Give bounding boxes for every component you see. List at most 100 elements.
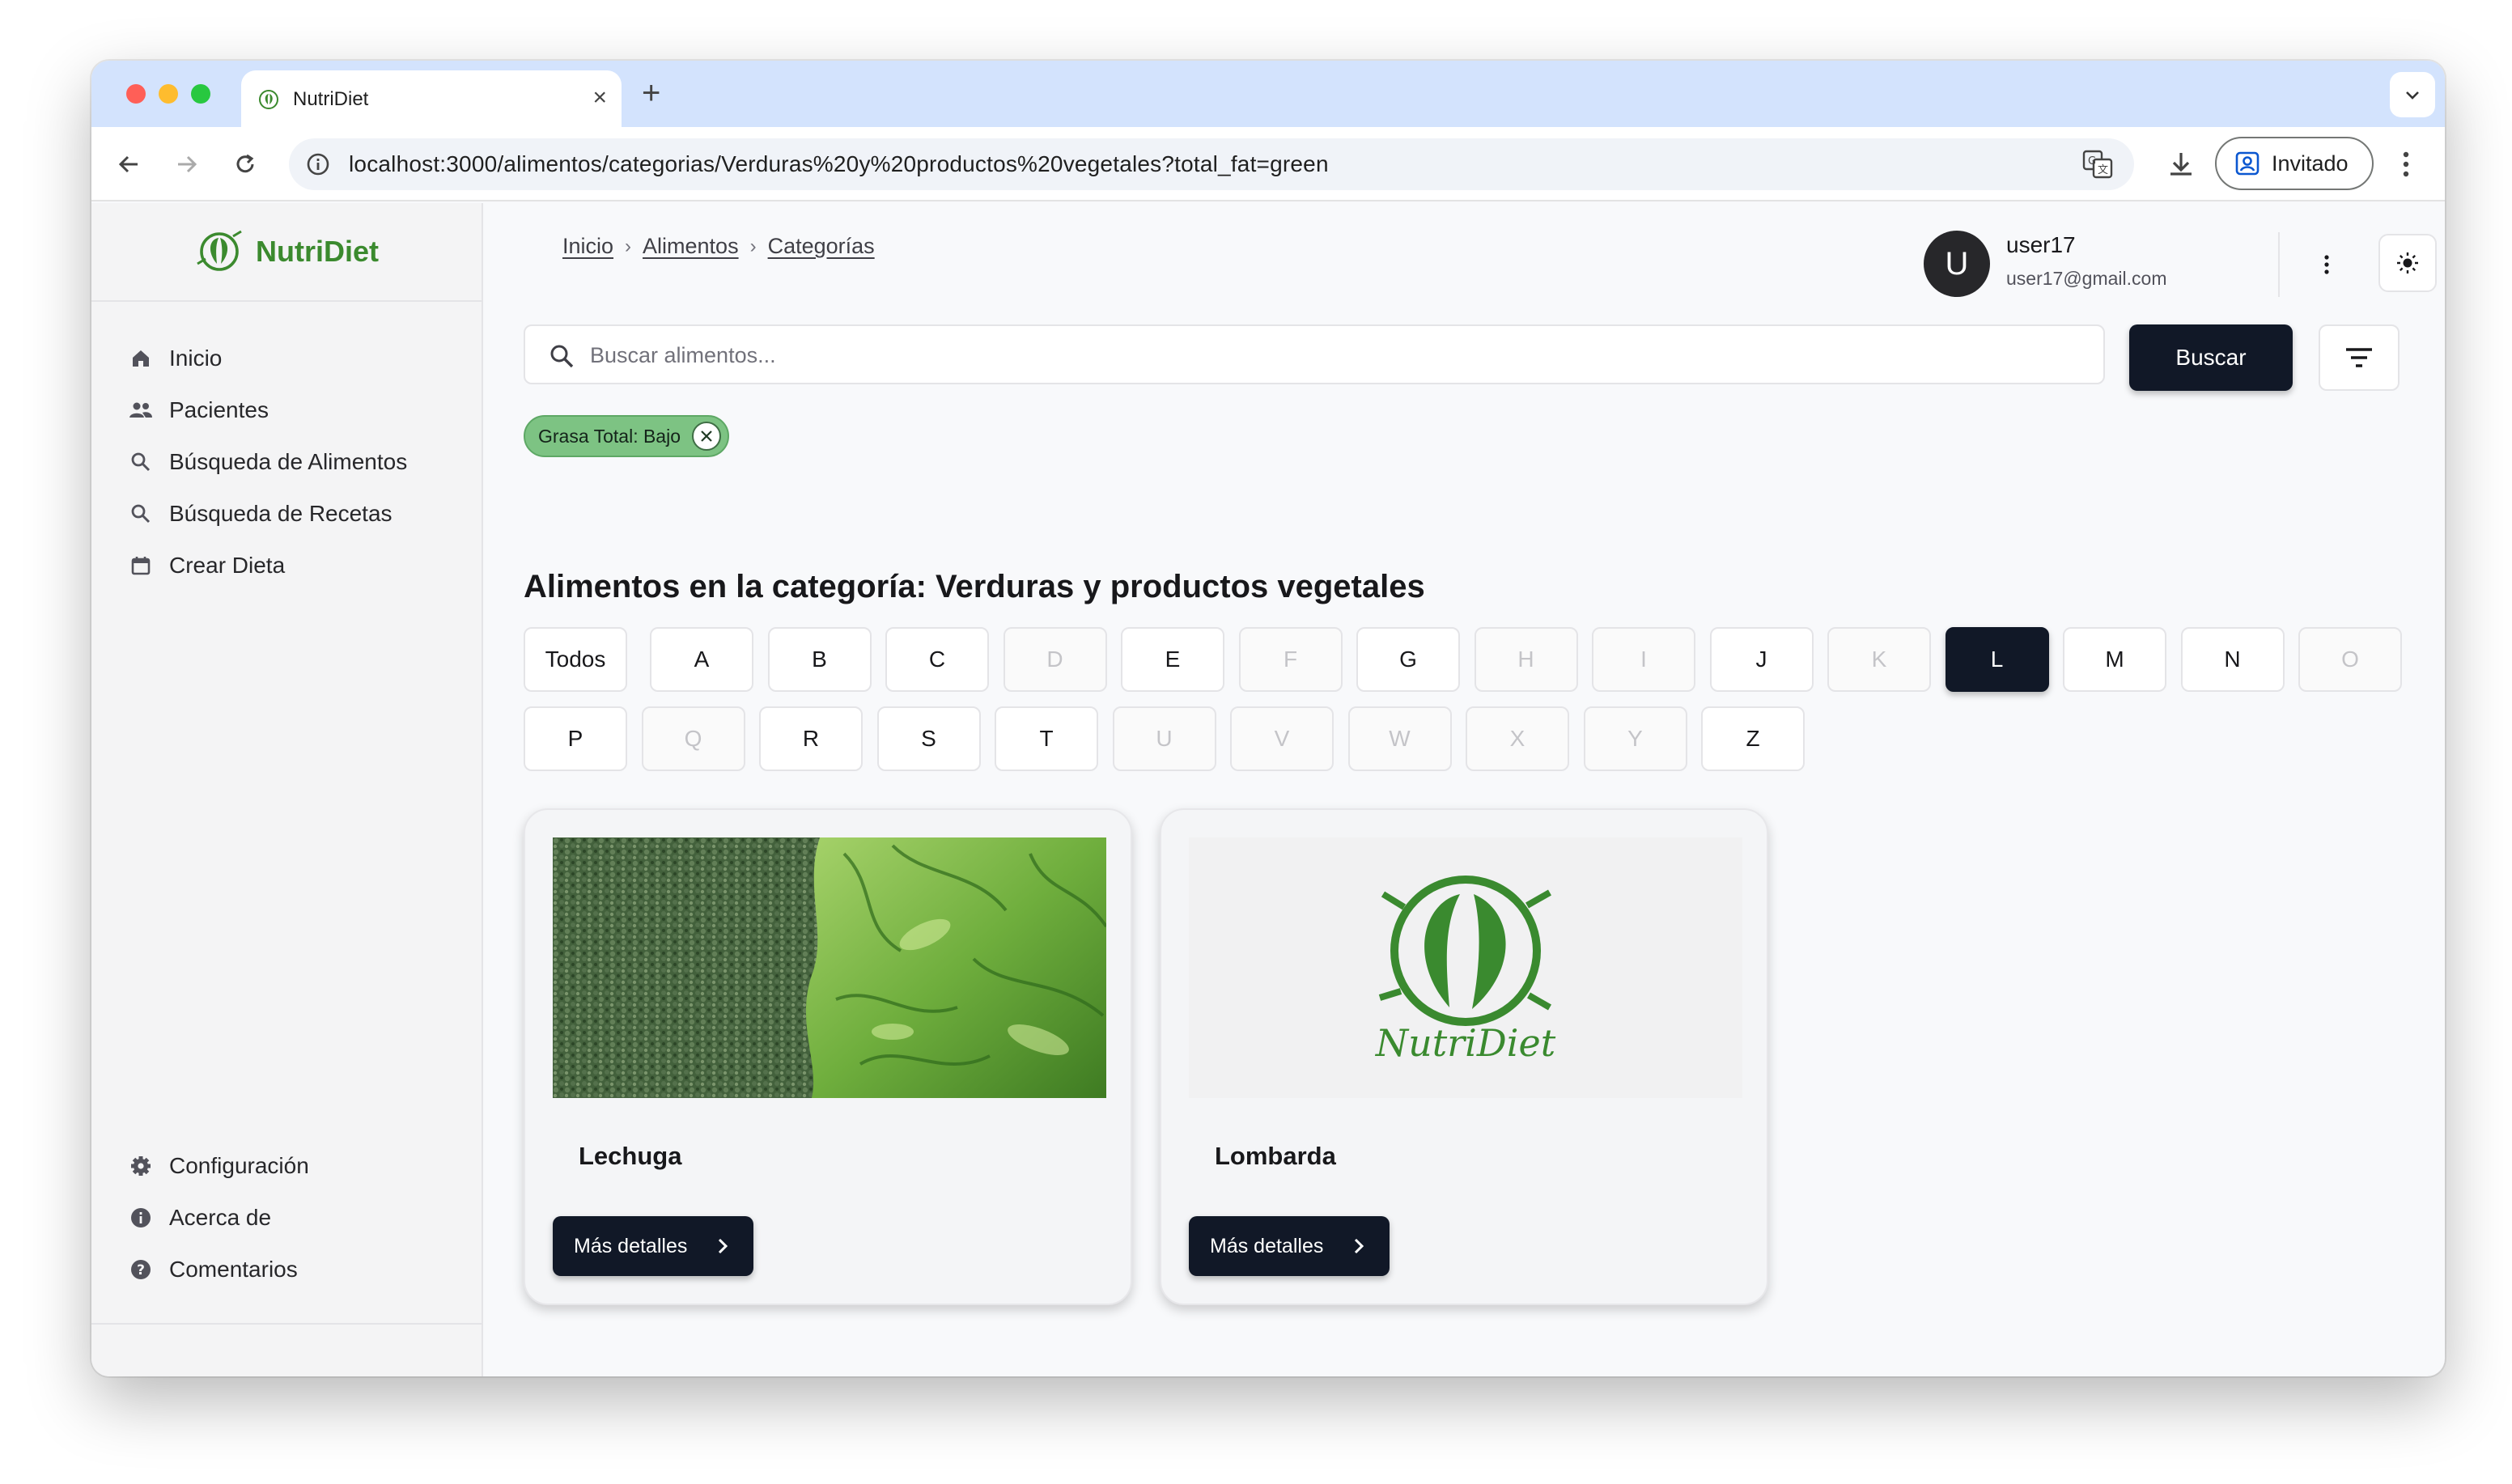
sun-icon [2397,252,2418,273]
main-content: Inicio › Alimentos › Categorías U user17… [485,203,2445,1376]
address-bar[interactable]: localhost:3000/alimentos/categorias/Verd… [289,138,2134,190]
profile-label: Invitado [2272,151,2349,176]
user-name: user17 [2006,232,2076,257]
people-icon [129,398,153,422]
profile-button[interactable]: Invitado [2215,137,2374,190]
food-card-lombarda: NutriDiet Lombarda Más detalles [1160,808,1768,1305]
download-icon[interactable] [2163,146,2199,182]
letter-button-b[interactable]: B [767,627,872,692]
more-details-button[interactable]: Más detalles [1189,1216,1390,1276]
search-icon [129,502,153,526]
food-image-lechuga [553,837,1106,1098]
letter-button-j[interactable]: J [1709,627,1814,692]
more-details-label: Más detalles [574,1234,688,1257]
sidebar-footer-divider [91,1323,482,1325]
chevron-right-icon: › [625,235,632,257]
letter-button-i: I [1592,627,1695,692]
sidebar-item-configuracion[interactable]: Configuración [129,1140,309,1192]
maximize-window-button[interactable] [191,84,210,104]
sidebar-item-inicio[interactable]: Inicio [129,333,407,384]
sidebar-item-label: Configuración [169,1153,309,1178]
search-button[interactable]: Buscar [2129,324,2293,391]
letter-button-w: W [1347,706,1452,771]
remove-filter-button[interactable] [692,422,722,451]
site-info-icon[interactable] [305,151,331,177]
profile-icon [2235,151,2260,176]
letter-button-s[interactable]: S [876,706,981,771]
letter-button-t[interactable]: T [995,706,1098,771]
sidebar-item-pacientes[interactable]: Pacientes [129,384,407,436]
sidebar-item-busqueda-recetas[interactable]: Búsqueda de Recetas [129,488,407,540]
new-tab-icon[interactable]: + [642,75,660,111]
back-icon[interactable] [111,146,146,182]
search-input[interactable] [590,336,2079,375]
user-divider [2278,232,2280,297]
translate-icon[interactable]: G 文 [2082,150,2113,179]
sidebar-item-label: Comentarios [169,1257,298,1282]
sidebar-item-busqueda-alimentos[interactable]: Búsqueda de Alimentos [129,436,407,488]
nutridiet-logo-icon [197,230,242,271]
category-title: Alimentos en la categoría: Verduras y pr… [524,569,1425,604]
letter-button-u: U [1112,706,1216,771]
letter-button-e[interactable]: E [1121,627,1224,692]
letter-button-k: K [1827,627,1931,692]
letter-button-d: D [1003,627,1107,692]
breadcrumb-alimentos[interactable]: Alimentos [643,234,739,259]
gear-icon [129,1154,153,1178]
close-tab-icon[interactable]: × [592,83,607,112]
browser-tab[interactable]: NutriDiet × [241,70,622,127]
forward-icon[interactable] [169,146,205,182]
user-menu-icon[interactable] [2310,245,2343,284]
sidebar-item-label: Crear Dieta [169,553,286,578]
nutridiet-logo-icon [1378,876,1551,1026]
home-icon [129,346,153,371]
letter-button-a[interactable]: A [650,627,753,692]
info-icon [129,1206,153,1230]
help-icon: ? [129,1257,153,1282]
food-card-lechuga: Lechuga Más detalles [524,808,1132,1305]
browser-toolbar: localhost:3000/alimentos/categorias/Verd… [91,127,2445,201]
breadcrumb-inicio[interactable]: Inicio [562,234,613,259]
filter-icon [2346,348,2372,367]
letter-button-c[interactable]: C [885,627,989,692]
sidebar: NutriDiet Inicio Pacientes Búsqueda de A… [91,203,483,1376]
letter-button-todos[interactable]: Todos [524,627,627,692]
letter-button-x: X [1466,706,1569,771]
letter-button-p[interactable]: P [524,706,627,771]
letter-button-v: V [1230,706,1334,771]
sidebar-item-acerca-de[interactable]: Acerca de [129,1192,309,1244]
search-box [524,324,2105,384]
close-window-button[interactable] [126,84,146,104]
browser-window: NutriDiet × + localhost:3000/alimentos/c… [91,61,2445,1376]
svg-text:?: ? [137,1262,145,1278]
tab-title: NutriDiet [293,88,369,110]
letter-button-g[interactable]: G [1356,627,1460,692]
sidebar-item-label: Inicio [169,346,223,371]
sidebar-item-label: Búsqueda de Alimentos [169,449,408,474]
letter-button-n[interactable]: N [2180,627,2285,692]
theme-toggle-button[interactable] [2378,234,2437,292]
letter-button-z[interactable]: Z [1701,706,1805,771]
letter-button-r[interactable]: R [759,706,863,771]
reload-icon[interactable] [227,146,263,182]
brand[interactable]: NutriDiet [91,203,482,302]
tab-strip: NutriDiet × + [91,61,2445,127]
breadcrumb-categorias[interactable]: Categorías [768,234,875,259]
letter-button-l[interactable]: L [1945,627,2049,692]
user-email: user17@gmail.com [2006,268,2167,289]
more-details-button[interactable]: Más detalles [553,1216,753,1276]
minimize-window-button[interactable] [159,84,178,104]
tab-search-button[interactable] [2390,72,2435,117]
letter-button-h: H [1474,627,1578,692]
breadcrumb: Inicio › Alimentos › Categorías [562,234,875,259]
letter-button-m[interactable]: M [2063,627,2166,692]
sidebar-item-comentarios[interactable]: ? Comentarios [129,1244,309,1295]
sidebar-item-label: Pacientes [169,397,269,422]
letter-button-f: F [1238,627,1343,692]
letter-button-q: Q [641,706,745,771]
chrome-menu-icon[interactable] [2390,146,2422,182]
avatar[interactable]: U [1924,231,1990,297]
filter-button[interactable] [2319,324,2400,391]
sidebar-item-crear-dieta[interactable]: Crear Dieta [129,540,407,591]
close-icon [701,430,712,442]
